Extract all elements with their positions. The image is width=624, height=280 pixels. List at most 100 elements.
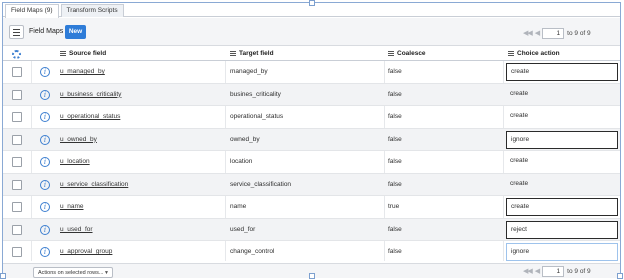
- info-icon[interactable]: i: [40, 202, 50, 212]
- page-range-text: to 9 of 9: [567, 29, 591, 37]
- target-field: operational_status: [230, 113, 284, 120]
- target-field: service_classification: [230, 180, 292, 188]
- resize-handle[interactable]: [0, 273, 6, 279]
- table-row: i u_business_criticality busines_critica…: [3, 83, 620, 106]
- column-header-target-label: Target field: [239, 50, 274, 57]
- table-row: i u_approval_group change_control false …: [3, 241, 620, 264]
- choice-action-cell[interactable]: ignore: [506, 243, 618, 261]
- coalesce-value: false: [388, 90, 402, 98]
- row-checkbox[interactable]: [12, 112, 22, 122]
- target-field: used_for: [230, 225, 256, 233]
- row-checkbox[interactable]: [12, 67, 22, 77]
- info-icon[interactable]: i: [40, 67, 50, 77]
- column-menu-icon[interactable]: [60, 51, 66, 56]
- choice-action-value: create: [510, 157, 529, 164]
- pager-bottom: ◀◀ ◀ 1 to 9 of 9: [523, 265, 591, 277]
- column-header-coalesce[interactable]: Coalesce: [388, 50, 426, 57]
- column-header-coalesce-label: Coalesce: [397, 50, 426, 57]
- column-menu-icon[interactable]: [230, 51, 236, 56]
- column-header-choice[interactable]: Choice action: [508, 50, 560, 57]
- column-menu-icon[interactable]: [508, 51, 514, 56]
- first-page-icon[interactable]: ◀◀: [523, 267, 533, 275]
- resize-handle[interactable]: [617, 273, 623, 279]
- choice-action-cell[interactable]: create: [506, 63, 618, 81]
- info-icon[interactable]: i: [40, 134, 50, 145]
- source-field-link[interactable]: u_approval_group: [60, 248, 112, 255]
- table-row: i u_used_for used_for false reject: [3, 218, 620, 241]
- choice-action-cell[interactable]: ignore: [506, 130, 618, 149]
- table-row: i u_service_classification service_class…: [3, 173, 620, 196]
- source-field-link[interactable]: u_used_for: [60, 226, 93, 233]
- row-checkbox[interactable]: [12, 247, 22, 257]
- target-field: busines_criticality: [230, 90, 281, 98]
- list-menu-button[interactable]: [9, 25, 24, 39]
- table-row: i u_location location false create: [3, 151, 620, 174]
- source-field-link[interactable]: u_name: [60, 203, 84, 210]
- table-row: i u_managed_by managed_by false create: [3, 61, 620, 84]
- choice-action-value: create: [511, 68, 530, 75]
- target-field: location: [230, 158, 253, 165]
- prev-page-icon[interactable]: ◀: [535, 267, 540, 275]
- coalesce-value: false: [388, 248, 402, 255]
- actions-select[interactable]: Actions on selected rows... ▼: [33, 267, 113, 278]
- choice-action-cell[interactable]: create: [506, 108, 618, 126]
- page-number-input[interactable]: 1: [542, 265, 565, 277]
- coalesce-value: false: [388, 158, 402, 165]
- choice-action-cell[interactable]: reject: [506, 220, 618, 239]
- row-checkbox[interactable]: [12, 202, 22, 212]
- field-maps-table: Source field Target field Coalesce Choic…: [3, 47, 620, 264]
- row-checkbox[interactable]: [12, 157, 22, 167]
- new-button[interactable]: New: [65, 25, 86, 39]
- table-row: i u_name name true create: [3, 196, 620, 219]
- info-icon[interactable]: i: [40, 247, 50, 257]
- prev-page-icon[interactable]: ◀: [535, 29, 540, 37]
- related-list-frame: Field Maps (9) Transform Scripts Field M…: [2, 2, 621, 278]
- column-menu-icon[interactable]: [388, 51, 394, 56]
- coalesce-value: true: [388, 203, 400, 210]
- column-header-source-label: Source field: [69, 50, 107, 57]
- source-field-link[interactable]: u_location: [60, 158, 90, 165]
- choice-action-value: reject: [511, 225, 527, 233]
- source-field-link[interactable]: u_business_criticality: [60, 91, 121, 98]
- choice-action-value: create: [511, 203, 530, 210]
- gear-icon[interactable]: [12, 50, 21, 59]
- table-header: Source field Target field Coalesce Choic…: [3, 47, 620, 61]
- choice-action-cell[interactable]: create: [506, 86, 618, 104]
- choice-action-value: create: [510, 179, 529, 187]
- resize-handle[interactable]: [309, 273, 315, 279]
- coalesce-value: false: [388, 135, 402, 143]
- target-field: name: [230, 203, 247, 210]
- actions-select-label: Actions on selected rows...: [38, 270, 104, 276]
- source-field-link[interactable]: u_managed_by: [60, 68, 105, 75]
- table-row: i u_operational_status operational_statu…: [3, 106, 620, 129]
- page-range-text: to 9 of 9: [567, 267, 591, 275]
- source-field-link[interactable]: u_owned_by: [60, 136, 97, 143]
- choice-action-cell[interactable]: create: [506, 176, 618, 194]
- coalesce-value: false: [388, 225, 402, 233]
- row-checkbox[interactable]: [12, 134, 22, 145]
- column-header-target[interactable]: Target field: [230, 50, 274, 57]
- row-checkbox[interactable]: [12, 224, 22, 235]
- hamburger-icon: [13, 28, 20, 30]
- info-icon[interactable]: i: [40, 112, 50, 122]
- column-header-choice-label: Choice action: [517, 50, 560, 57]
- row-checkbox[interactable]: [12, 89, 22, 100]
- tab-transform-scripts[interactable]: Transform Scripts: [60, 4, 124, 17]
- choice-action-value: create: [510, 89, 529, 97]
- page-number-input[interactable]: 1: [542, 27, 565, 39]
- column-header-source[interactable]: Source field: [60, 50, 106, 57]
- choice-action-value: ignore: [511, 248, 530, 255]
- choice-action-cell[interactable]: create: [506, 153, 618, 171]
- tab-field-maps[interactable]: Field Maps (9): [5, 4, 59, 18]
- resize-handle[interactable]: [309, 0, 315, 6]
- choice-action-cell[interactable]: create: [506, 198, 618, 216]
- source-field-link[interactable]: u_service_classification: [60, 181, 128, 188]
- target-field: managed_by: [230, 68, 268, 75]
- info-icon[interactable]: i: [40, 224, 50, 235]
- info-icon[interactable]: i: [40, 157, 50, 167]
- info-icon[interactable]: i: [40, 179, 50, 190]
- first-page-icon[interactable]: ◀◀: [523, 29, 533, 37]
- info-icon[interactable]: i: [40, 89, 50, 100]
- row-checkbox[interactable]: [12, 179, 22, 190]
- source-field-link[interactable]: u_operational_status: [60, 113, 120, 120]
